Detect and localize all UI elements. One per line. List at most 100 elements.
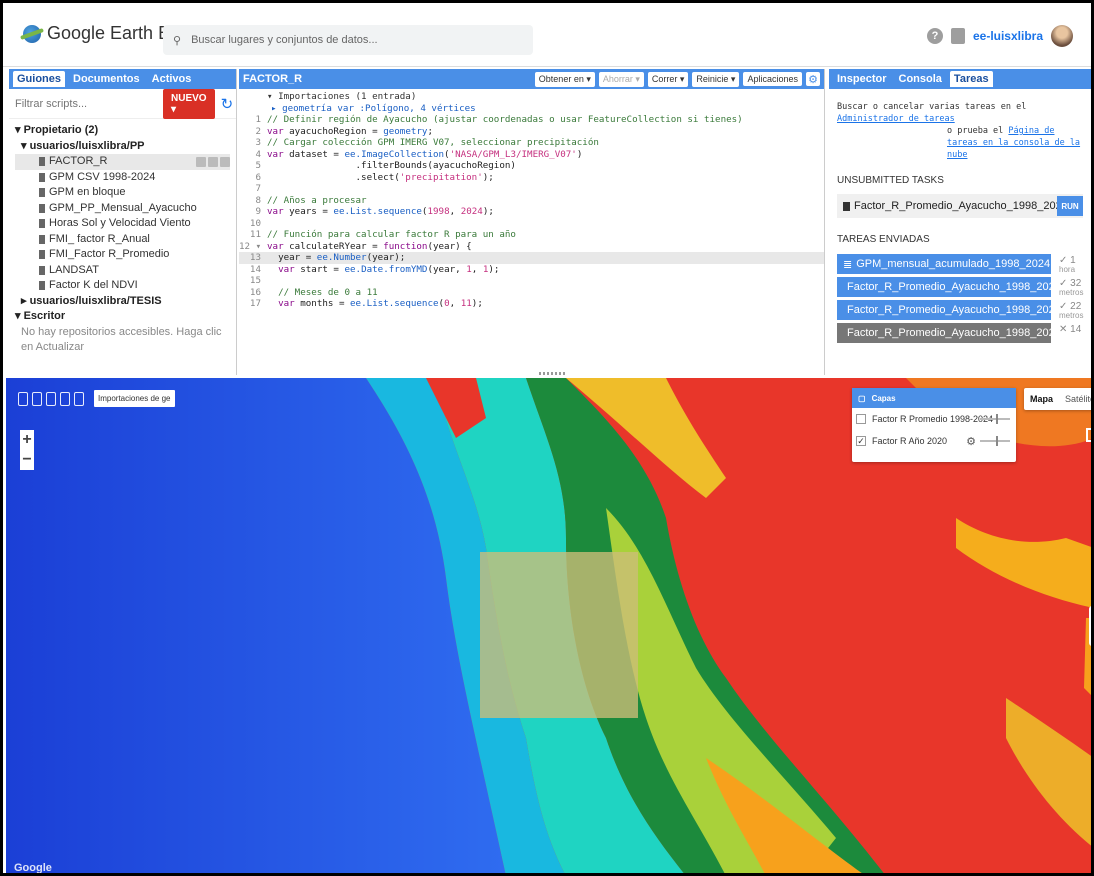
run-task-button[interactable]: RUN xyxy=(1057,196,1083,216)
code-token: , xyxy=(449,298,461,309)
code-line[interactable]: 13 year = ee.Number (year); xyxy=(239,252,824,264)
tab-docs[interactable]: Documentos xyxy=(69,71,144,87)
tab-inspector[interactable]: Inspector xyxy=(833,71,891,87)
search-bar[interactable]: ⚲ xyxy=(163,25,533,55)
code-token: .filterBounds(ayacuchoRegion) xyxy=(267,160,516,171)
code-line[interactable]: 14 var start = ee.Date.fromYMD (year, 1, … xyxy=(239,264,824,276)
user-account-name[interactable]: ee-luisxlibra xyxy=(973,29,1043,43)
script-item[interactable]: GPM CSV 1998-2024 xyxy=(15,170,230,186)
submitted-task[interactable]: Factor_R_Promedio_Ayacucho_1998_2024 ✓ 3… xyxy=(837,277,1083,297)
submitted-task[interactable]: Factor_R_Promedio_Ayacucho_1998_2024 ✓ 2… xyxy=(837,300,1083,320)
task-name: Factor_R_Promedio_Ayacucho_1998_2024 xyxy=(847,281,1061,293)
code-token: // Años a procesar xyxy=(267,194,367,206)
polygon-icon[interactable] xyxy=(60,392,70,406)
line-number: 4 xyxy=(255,148,261,160)
tab-scripts[interactable]: Guiones xyxy=(13,71,66,87)
zoom-out-button[interactable]: − xyxy=(22,450,31,470)
rename-icon[interactable] xyxy=(208,156,218,167)
script-item[interactable]: FACTOR_R xyxy=(15,154,230,170)
geometry-imports-button[interactable]: Importaciones de ge xyxy=(94,390,175,407)
apps-button[interactable]: Aplicaciones xyxy=(743,72,802,86)
code-line[interactable]: 8 // Años a procesar xyxy=(239,195,824,207)
task-status-unit: metros xyxy=(1059,311,1084,320)
code-line[interactable]: 5 .filterBounds(ayacuchoRegion) xyxy=(239,160,824,172)
code-area[interactable]: ▾ Importaciones (1 entrada) ▸ geometría … xyxy=(239,89,824,310)
owner-folder[interactable]: ▾ Propietario (2) xyxy=(15,123,230,139)
code-line[interactable]: 16 // Meses de 0 a 11 xyxy=(239,287,824,299)
script-item[interactable]: Horas Sol y Velocidad Viento xyxy=(15,216,230,232)
code-line[interactable]: 17 var months = ee.List.sequence(0, 11); xyxy=(239,298,824,310)
layer-opacity-slider[interactable] xyxy=(980,436,1010,446)
map-type-satellite[interactable]: Satélite xyxy=(1059,388,1091,410)
share-icon[interactable] xyxy=(196,156,206,167)
script-item[interactable]: GPM_PP_Mensual_Ayacucho xyxy=(15,201,230,217)
top-header: Google Earth Engine ⚲ ? ee-luisxlibra xyxy=(3,3,1091,67)
script-item[interactable]: Factor K del NDVI xyxy=(15,278,230,294)
code-line[interactable]: 10 xyxy=(239,218,824,230)
get-link-button[interactable]: Obtener en ▾ xyxy=(534,71,595,87)
line-number: 17 xyxy=(249,298,261,309)
layers-lock-icon: ▢ xyxy=(858,393,866,403)
script-item[interactable]: FMI_ factor R_Anual xyxy=(15,232,230,248)
unsubmitted-task: Factor_R_Promedio_Ayacucho_1998_2024 RUN xyxy=(837,194,1083,218)
zoom-in-button[interactable]: + xyxy=(22,430,31,450)
submitted-task[interactable]: ≣ GPM_mensual_acumulado_1998_2024 ✓ 1 hor… xyxy=(837,254,1076,274)
code-line[interactable]: 2 var ayacuchoRegion = geometry; xyxy=(239,126,824,138)
writer-folder[interactable]: ▾ Escritor xyxy=(15,309,230,325)
code-line[interactable]: 11 // Función para calcular factor R para… xyxy=(239,229,824,241)
panel-resize-handle[interactable] xyxy=(539,372,567,375)
code-line[interactable]: 1 // Definir región de Ayacucho (ajustar … xyxy=(239,114,824,126)
line-icon[interactable] xyxy=(46,392,56,406)
script-item[interactable]: FMI_Factor R_Promedio xyxy=(15,247,230,263)
help-icon[interactable]: ? xyxy=(926,28,943,44)
tab-console[interactable]: Consola xyxy=(895,71,946,87)
new-script-button[interactable]: NUEVO ▾ xyxy=(163,88,215,119)
hand-icon[interactable] xyxy=(18,392,28,406)
notifications-icon[interactable] xyxy=(950,28,965,44)
layers-panel: ▢ Capas Factor R Promedio 1998-2024 ✓ Fa… xyxy=(852,388,1016,462)
submitted-task[interactable]: Factor_R_Promedio_Ayacucho_1998_2024 ✕ 1… xyxy=(837,323,1081,343)
task-manager-link[interactable]: Administrador de tareas xyxy=(837,113,1083,125)
code-line[interactable]: 3 // Cargar colección GPM IMERG V07, sele… xyxy=(239,137,824,149)
region-of-interest-polygon[interactable] xyxy=(480,552,638,718)
side-panel-toggle[interactable] xyxy=(1089,606,1091,646)
layer-opacity-slider[interactable] xyxy=(980,414,1010,424)
tab-assets[interactable]: Activos xyxy=(148,71,196,87)
layer-visibility-checkbox[interactable]: ✓ xyxy=(856,436,866,446)
code-token: 1998 xyxy=(427,206,450,217)
code-line[interactable]: 7 xyxy=(239,183,824,195)
code-line[interactable]: 12 ▾ var calculateRYear = function (year) … xyxy=(239,241,824,253)
code-line[interactable]: 9 var years = ee.List.sequence(1998, 2024… xyxy=(239,206,824,218)
repo-pp[interactable]: ▾ usuarios/luisxlibra/PP xyxy=(15,139,230,155)
script-name: GPM_PP_Mensual_Ayacucho xyxy=(49,201,197,214)
geometry-import[interactable]: ▸ geometría var :Polígono, 4 vértices xyxy=(239,103,824,115)
layers-header[interactable]: ▢ Capas xyxy=(852,388,1016,408)
code-line[interactable]: 4 var dataset = ee.ImageCollection('NASA/… xyxy=(239,149,824,161)
code-line[interactable]: 6 .select('precipitation'); xyxy=(239,172,824,184)
script-item[interactable]: GPM en bloque xyxy=(15,185,230,201)
reset-button[interactable]: Reinicie ▾ xyxy=(692,71,740,87)
fullscreen-icon[interactable] xyxy=(1086,428,1091,442)
marker-icon[interactable] xyxy=(32,392,42,406)
avatar[interactable] xyxy=(1051,25,1073,47)
search-input[interactable] xyxy=(191,34,512,46)
layer-visibility-checkbox[interactable] xyxy=(856,414,866,424)
code-line[interactable]: 15 xyxy=(239,275,824,287)
map-view[interactable]: Importaciones de ge + − ▢ Capas Factor R… xyxy=(6,378,1091,873)
filter-scripts-input[interactable] xyxy=(15,97,157,110)
run-button[interactable]: Correr ▾ xyxy=(647,71,689,87)
tasks-intro: Buscar o cancelar varias tareas en el Ad… xyxy=(829,89,1091,161)
delete-icon[interactable] xyxy=(220,156,230,167)
save-button[interactable]: Ahorrar ▾ xyxy=(598,71,644,87)
refresh-icon[interactable]: ↻ xyxy=(221,95,234,113)
repo-tesis[interactable]: ▸ usuarios/luisxlibra/TESIS xyxy=(15,294,230,310)
tab-tasks[interactable]: Tareas xyxy=(949,71,993,87)
gear-icon[interactable]: ⚙ xyxy=(966,435,976,448)
gear-icon[interactable]: ⚙ xyxy=(806,72,820,86)
map-type-map[interactable]: Mapa xyxy=(1024,388,1059,410)
script-item[interactable]: LANDSAT xyxy=(15,263,230,279)
imports-header[interactable]: ▾ Importaciones (1 entrada) xyxy=(239,91,824,103)
rectangle-icon[interactable] xyxy=(74,392,84,406)
header-actions: ? ee-luisxlibra xyxy=(926,25,1073,47)
